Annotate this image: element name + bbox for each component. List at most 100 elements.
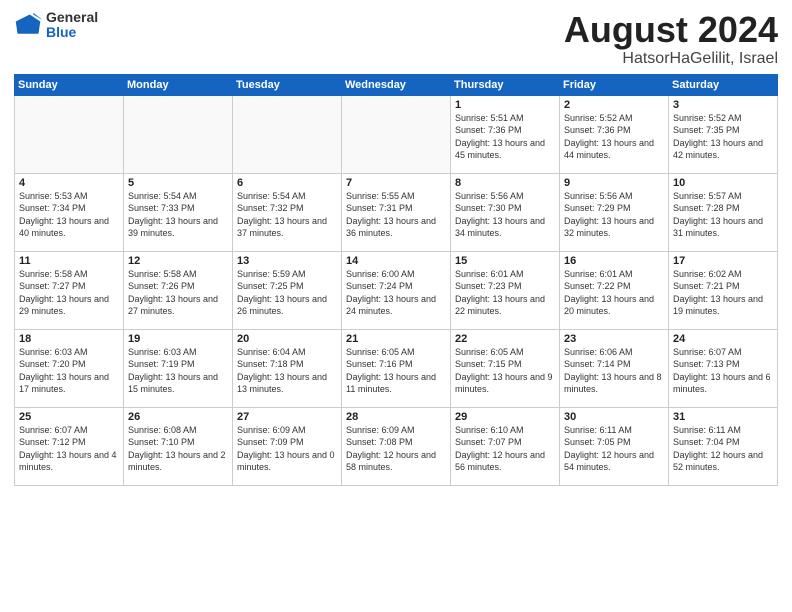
day-info: Sunrise: 6:03 AMSunset: 7:20 PMDaylight:… — [19, 346, 119, 396]
day-number: 14 — [346, 255, 446, 267]
day-info: Sunrise: 6:01 AMSunset: 7:22 PMDaylight:… — [564, 268, 664, 318]
day-number: 21 — [346, 333, 446, 345]
header-monday: Monday — [124, 74, 233, 95]
logo-icon — [14, 11, 42, 39]
calendar-cell: 29Sunrise: 6:10 AMSunset: 7:07 PMDayligh… — [451, 407, 560, 485]
calendar-cell: 31Sunrise: 6:11 AMSunset: 7:04 PMDayligh… — [669, 407, 778, 485]
day-number: 25 — [19, 411, 119, 423]
day-number: 30 — [564, 411, 664, 423]
calendar-cell: 16Sunrise: 6:01 AMSunset: 7:22 PMDayligh… — [560, 251, 669, 329]
day-info: Sunrise: 6:02 AMSunset: 7:21 PMDaylight:… — [673, 268, 773, 318]
calendar-cell: 22Sunrise: 6:05 AMSunset: 7:15 PMDayligh… — [451, 329, 560, 407]
day-number: 4 — [19, 177, 119, 189]
day-info: Sunrise: 6:11 AMSunset: 7:05 PMDaylight:… — [564, 424, 664, 474]
day-info: Sunrise: 6:05 AMSunset: 7:16 PMDaylight:… — [346, 346, 446, 396]
month-title: August 2024 — [564, 10, 778, 50]
day-info: Sunrise: 5:52 AMSunset: 7:36 PMDaylight:… — [564, 112, 664, 162]
logo-line1: General — [46, 10, 98, 25]
calendar-week-5: 25Sunrise: 6:07 AMSunset: 7:12 PMDayligh… — [15, 407, 778, 485]
day-info: Sunrise: 6:01 AMSunset: 7:23 PMDaylight:… — [455, 268, 555, 318]
calendar-header: Sunday Monday Tuesday Wednesday Thursday… — [15, 74, 778, 95]
calendar-cell: 21Sunrise: 6:05 AMSunset: 7:16 PMDayligh… — [342, 329, 451, 407]
day-number: 23 — [564, 333, 664, 345]
day-info: Sunrise: 5:53 AMSunset: 7:34 PMDaylight:… — [19, 190, 119, 240]
day-number: 22 — [455, 333, 555, 345]
day-number: 8 — [455, 177, 555, 189]
day-number: 9 — [564, 177, 664, 189]
title-section: August 2024 HatsorHaGelilit, Israel — [564, 10, 778, 68]
location-subtitle: HatsorHaGelilit, Israel — [564, 50, 778, 68]
calendar-cell: 14Sunrise: 6:00 AMSunset: 7:24 PMDayligh… — [342, 251, 451, 329]
day-info: Sunrise: 5:52 AMSunset: 7:35 PMDaylight:… — [673, 112, 773, 162]
logo: General Blue — [14, 10, 98, 41]
day-number: 1 — [455, 99, 555, 111]
header-row: Sunday Monday Tuesday Wednesday Thursday… — [15, 74, 778, 95]
calendar-cell: 24Sunrise: 6:07 AMSunset: 7:13 PMDayligh… — [669, 329, 778, 407]
calendar-cell: 12Sunrise: 5:58 AMSunset: 7:26 PMDayligh… — [124, 251, 233, 329]
day-number: 5 — [128, 177, 228, 189]
calendar-week-2: 4Sunrise: 5:53 AMSunset: 7:34 PMDaylight… — [15, 173, 778, 251]
calendar-cell: 3Sunrise: 5:52 AMSunset: 7:35 PMDaylight… — [669, 95, 778, 173]
calendar-week-1: 1Sunrise: 5:51 AMSunset: 7:36 PMDaylight… — [15, 95, 778, 173]
calendar-week-4: 18Sunrise: 6:03 AMSunset: 7:20 PMDayligh… — [15, 329, 778, 407]
day-number: 24 — [673, 333, 773, 345]
day-info: Sunrise: 6:05 AMSunset: 7:15 PMDaylight:… — [455, 346, 555, 396]
header-sunday: Sunday — [15, 74, 124, 95]
calendar-cell — [124, 95, 233, 173]
calendar-cell: 15Sunrise: 6:01 AMSunset: 7:23 PMDayligh… — [451, 251, 560, 329]
day-number: 28 — [346, 411, 446, 423]
day-info: Sunrise: 6:00 AMSunset: 7:24 PMDaylight:… — [346, 268, 446, 318]
day-number: 6 — [237, 177, 337, 189]
calendar-week-3: 11Sunrise: 5:58 AMSunset: 7:27 PMDayligh… — [15, 251, 778, 329]
calendar-cell: 26Sunrise: 6:08 AMSunset: 7:10 PMDayligh… — [124, 407, 233, 485]
header-thursday: Thursday — [451, 74, 560, 95]
calendar-cell: 17Sunrise: 6:02 AMSunset: 7:21 PMDayligh… — [669, 251, 778, 329]
day-info: Sunrise: 5:55 AMSunset: 7:31 PMDaylight:… — [346, 190, 446, 240]
calendar-cell: 5Sunrise: 5:54 AMSunset: 7:33 PMDaylight… — [124, 173, 233, 251]
header-tuesday: Tuesday — [233, 74, 342, 95]
calendar-cell — [342, 95, 451, 173]
calendar-body: 1Sunrise: 5:51 AMSunset: 7:36 PMDaylight… — [15, 95, 778, 485]
day-number: 7 — [346, 177, 446, 189]
day-info: Sunrise: 6:07 AMSunset: 7:12 PMDaylight:… — [19, 424, 119, 474]
day-number: 15 — [455, 255, 555, 267]
calendar-cell: 30Sunrise: 6:11 AMSunset: 7:05 PMDayligh… — [560, 407, 669, 485]
calendar-cell: 13Sunrise: 5:59 AMSunset: 7:25 PMDayligh… — [233, 251, 342, 329]
day-number: 13 — [237, 255, 337, 267]
day-info: Sunrise: 6:06 AMSunset: 7:14 PMDaylight:… — [564, 346, 664, 396]
calendar-cell: 23Sunrise: 6:06 AMSunset: 7:14 PMDayligh… — [560, 329, 669, 407]
day-number: 26 — [128, 411, 228, 423]
day-number: 31 — [673, 411, 773, 423]
day-number: 10 — [673, 177, 773, 189]
calendar-cell: 28Sunrise: 6:09 AMSunset: 7:08 PMDayligh… — [342, 407, 451, 485]
calendar-table: Sunday Monday Tuesday Wednesday Thursday… — [14, 74, 778, 486]
day-info: Sunrise: 6:11 AMSunset: 7:04 PMDaylight:… — [673, 424, 773, 474]
main-container: General Blue August 2024 HatsorHaGelilit… — [0, 0, 792, 492]
day-number: 18 — [19, 333, 119, 345]
day-info: Sunrise: 5:59 AMSunset: 7:25 PMDaylight:… — [237, 268, 337, 318]
logo-line2: Blue — [46, 25, 98, 40]
day-number: 19 — [128, 333, 228, 345]
calendar-cell: 1Sunrise: 5:51 AMSunset: 7:36 PMDaylight… — [451, 95, 560, 173]
logo-text: General Blue — [46, 10, 98, 41]
calendar-cell: 8Sunrise: 5:56 AMSunset: 7:30 PMDaylight… — [451, 173, 560, 251]
calendar-cell: 11Sunrise: 5:58 AMSunset: 7:27 PMDayligh… — [15, 251, 124, 329]
calendar-cell: 4Sunrise: 5:53 AMSunset: 7:34 PMDaylight… — [15, 173, 124, 251]
calendar-cell: 19Sunrise: 6:03 AMSunset: 7:19 PMDayligh… — [124, 329, 233, 407]
header-wednesday: Wednesday — [342, 74, 451, 95]
calendar-cell: 6Sunrise: 5:54 AMSunset: 7:32 PMDaylight… — [233, 173, 342, 251]
calendar-cell: 2Sunrise: 5:52 AMSunset: 7:36 PMDaylight… — [560, 95, 669, 173]
calendar-cell: 20Sunrise: 6:04 AMSunset: 7:18 PMDayligh… — [233, 329, 342, 407]
day-info: Sunrise: 5:54 AMSunset: 7:32 PMDaylight:… — [237, 190, 337, 240]
day-info: Sunrise: 6:08 AMSunset: 7:10 PMDaylight:… — [128, 424, 228, 474]
calendar-cell: 7Sunrise: 5:55 AMSunset: 7:31 PMDaylight… — [342, 173, 451, 251]
day-number: 20 — [237, 333, 337, 345]
calendar-cell: 25Sunrise: 6:07 AMSunset: 7:12 PMDayligh… — [15, 407, 124, 485]
day-info: Sunrise: 6:10 AMSunset: 7:07 PMDaylight:… — [455, 424, 555, 474]
day-info: Sunrise: 6:04 AMSunset: 7:18 PMDaylight:… — [237, 346, 337, 396]
day-info: Sunrise: 5:56 AMSunset: 7:30 PMDaylight:… — [455, 190, 555, 240]
calendar-cell: 10Sunrise: 5:57 AMSunset: 7:28 PMDayligh… — [669, 173, 778, 251]
calendar-cell — [233, 95, 342, 173]
day-number: 3 — [673, 99, 773, 111]
day-number: 27 — [237, 411, 337, 423]
